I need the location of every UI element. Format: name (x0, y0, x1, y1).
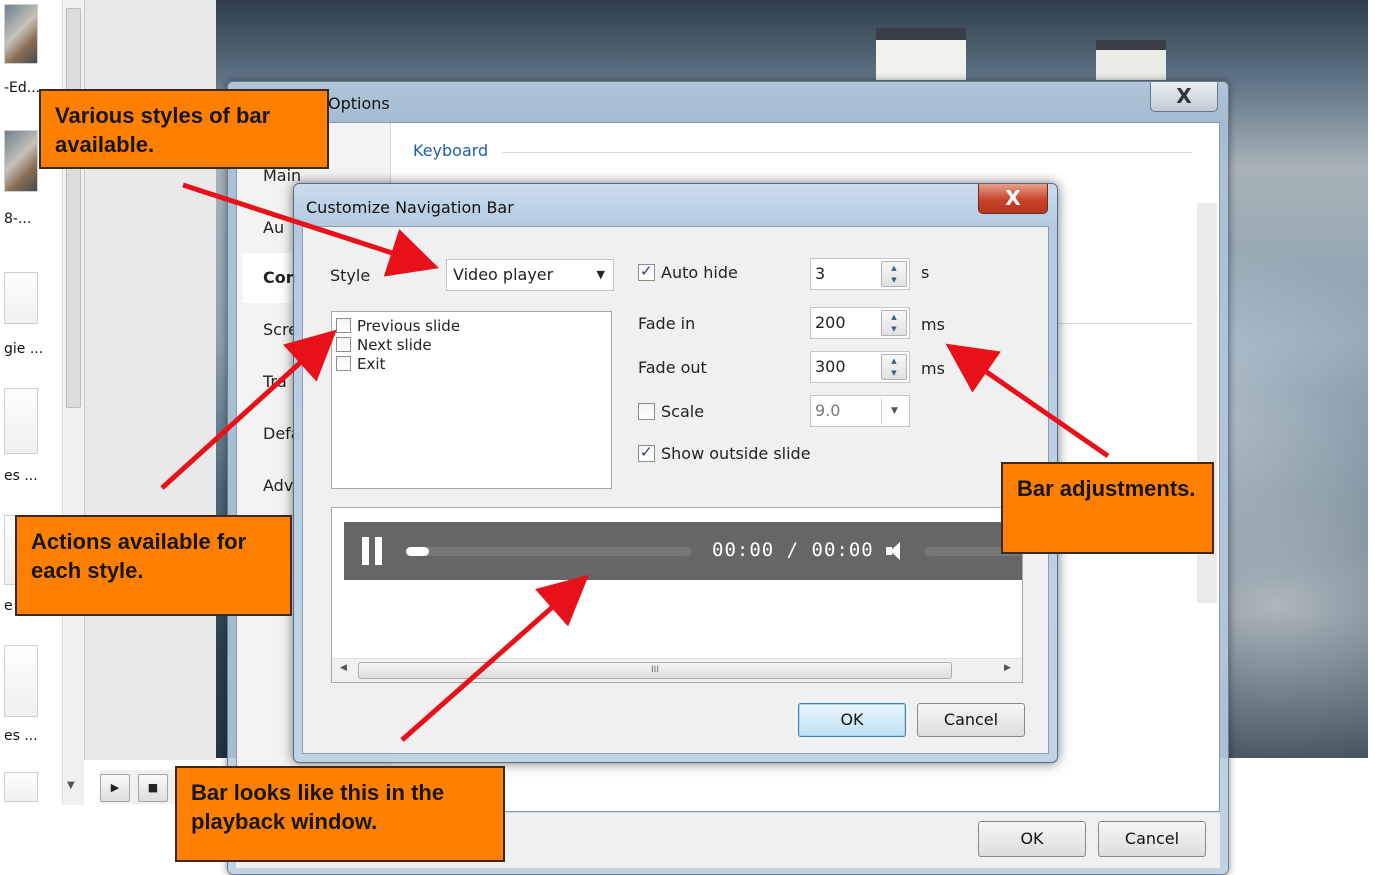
options-dialog-title: Options (328, 94, 390, 113)
navigation-bar-preview: 00:00 / 00:00 ◀ III ▶ (331, 507, 1023, 683)
callout-actions: Actions available for each style. (15, 515, 292, 616)
fade-out-stepper[interactable]: 300 ▲ ▼ (810, 351, 910, 383)
callout-looks: Bar looks like this in the playback wind… (175, 766, 505, 862)
scale-row[interactable]: Scale (638, 402, 704, 421)
auto-hide-value: 3 (815, 264, 826, 283)
actions-list[interactable]: Previous slide Next slide Exit (331, 311, 612, 489)
auto-hide-unit: s (921, 263, 930, 282)
volume-icon (886, 541, 906, 561)
scale-label: Scale (661, 402, 705, 421)
slide-thumbnail-label: 8-... (4, 211, 32, 227)
scale-checkbox[interactable] (638, 403, 655, 420)
stepper-buttons[interactable]: ▲ ▼ (881, 261, 907, 287)
scroll-right-arrow-icon[interactable]: ▶ (1004, 663, 1011, 673)
cancel-button[interactable]: Cancel (917, 703, 1025, 737)
list-item[interactable]: Exit (332, 354, 611, 373)
next-slide-checkbox[interactable] (336, 337, 351, 352)
horizontal-scrollbar[interactable]: ◀ III ▶ (332, 658, 1022, 682)
slide-thumbnail[interactable] (4, 772, 38, 802)
scrollbar-thumb[interactable]: III (358, 662, 952, 679)
fade-in-unit: ms (921, 315, 945, 334)
chevron-down-icon[interactable]: ▼ (881, 398, 907, 424)
auto-hide-label: Auto hide (661, 263, 738, 282)
stepper-buttons[interactable]: ▲ ▼ (881, 310, 907, 336)
scale-value: 9.0 (815, 401, 841, 420)
style-label: Style (330, 266, 371, 285)
stop-icon[interactable]: ■ (138, 774, 168, 802)
fade-in-stepper[interactable]: 200 ▲ ▼ (810, 307, 910, 339)
slide-thumbnail-label: es ... (4, 728, 38, 744)
options-cancel-button[interactable]: Cancel (1098, 821, 1206, 857)
callout-styles: Various styles of bar available. (39, 89, 329, 169)
auto-hide-stepper[interactable]: 3 ▲ ▼ (810, 258, 910, 290)
keyboard-section-label: Keyboard (413, 141, 489, 160)
close-icon[interactable]: X (1150, 82, 1218, 112)
callout-adjustments: Bar adjustments. (1001, 462, 1214, 554)
arrow-down-icon[interactable]: ▼ (882, 274, 906, 286)
video-player-bar: 00:00 / 00:00 (344, 522, 1022, 580)
arrow-up-icon[interactable]: ▲ (882, 355, 906, 367)
previous-slide-checkbox[interactable] (336, 318, 351, 333)
slide-thumbnail[interactable] (4, 130, 38, 192)
pause-icon (362, 537, 384, 565)
customize-dialog-title: Customize Navigation Bar (306, 198, 514, 217)
slide-thumbnail-label: es ... (4, 468, 38, 484)
house-shape (876, 28, 966, 80)
arrow-down-icon[interactable]: ▼ (882, 323, 906, 335)
scrollbar-thumb[interactable] (66, 8, 81, 408)
list-item-label: Next slide (357, 335, 432, 354)
customize-navigation-bar-dialog: Customize Navigation Bar X Style Video p… (293, 183, 1058, 763)
fade-out-unit: ms (921, 359, 945, 378)
customize-dialog-body: Style Video player ▼ Previous slide Next… (302, 226, 1049, 754)
options-ok-button[interactable]: OK (978, 821, 1086, 857)
fade-in-value: 200 (815, 313, 846, 332)
slide-thumbnail[interactable] (4, 272, 38, 324)
scale-combobox[interactable]: 9.0 ▼ (810, 395, 910, 427)
play-icon[interactable]: ▶ (100, 774, 130, 802)
section-divider (502, 152, 1192, 153)
slide-thumbnail-label: -Ed... (4, 80, 41, 96)
fade-in-label: Fade in (638, 314, 696, 333)
slide-thumbnail-label: gie ... (4, 341, 44, 357)
list-item[interactable]: Next slide (332, 335, 611, 354)
auto-hide-row[interactable]: Auto hide (638, 262, 738, 282)
slide-thumbnail[interactable] (4, 4, 38, 64)
auto-hide-checkbox[interactable] (638, 262, 655, 281)
chevron-down-icon: ▼ (596, 268, 605, 281)
list-item-label: Previous slide (357, 316, 461, 335)
fade-out-value: 300 (815, 357, 846, 376)
ok-button[interactable]: OK (798, 703, 906, 737)
arrow-up-icon[interactable]: ▲ (882, 262, 906, 274)
progress-track (406, 547, 692, 556)
style-dropdown[interactable]: Video player ▼ (446, 259, 614, 291)
show-outside-label: Show outside slide (661, 444, 811, 463)
fade-out-label: Fade out (638, 358, 707, 377)
house-shape (1096, 40, 1166, 80)
exit-checkbox[interactable] (336, 356, 351, 371)
time-readout: 00:00 / 00:00 (712, 539, 874, 561)
arrow-up-icon[interactable]: ▲ (882, 311, 906, 323)
stepper-buttons[interactable]: ▲ ▼ (881, 354, 907, 380)
slide-thumbnail-label: e (4, 598, 13, 614)
slide-thumbnail[interactable] (4, 645, 38, 717)
list-item[interactable]: Previous slide (332, 316, 611, 335)
show-outside-checkbox[interactable] (638, 443, 655, 462)
arrow-down-icon[interactable]: ▼ (882, 367, 906, 379)
list-item-label: Exit (357, 354, 386, 373)
style-dropdown-value: Video player (453, 265, 554, 284)
progress-fill (406, 547, 429, 556)
slide-thumbnail[interactable] (4, 388, 38, 454)
scroll-left-arrow-icon[interactable]: ◀ (340, 663, 347, 673)
scroll-down-arrow-icon[interactable]: ▼ (67, 780, 75, 791)
close-icon[interactable]: X (978, 184, 1048, 214)
show-outside-row[interactable]: Show outside slide (638, 443, 811, 463)
